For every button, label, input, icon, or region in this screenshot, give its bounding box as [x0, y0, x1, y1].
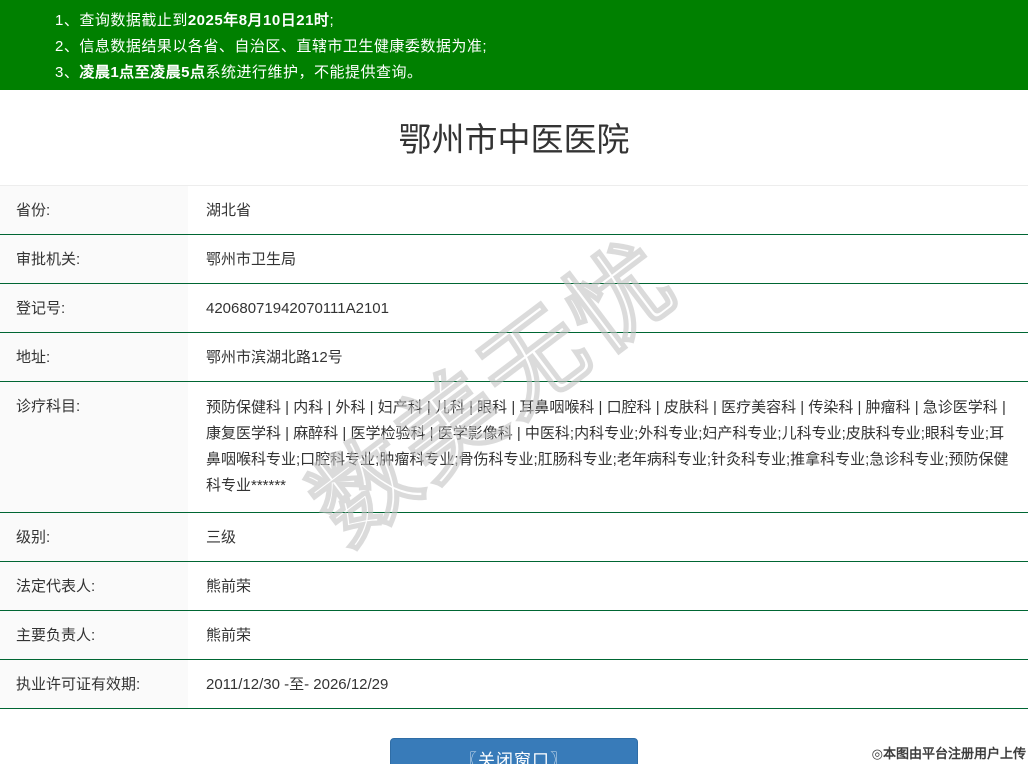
row-label: 登记号:	[0, 284, 188, 332]
notice-3-bold: 凌晨1点至凌晨5点	[79, 64, 206, 81]
notice-1-tail: ;	[329, 12, 335, 29]
table-row-legal-representative: 法定代表人: 熊前荣	[0, 562, 1028, 611]
row-label: 省份:	[0, 186, 188, 234]
notice-1-text: 1、查询数据截止到	[55, 12, 188, 29]
row-value: 2011/12/30 -至- 2026/12/29	[206, 676, 389, 693]
row-label: 执业许可证有效期:	[0, 660, 188, 708]
row-value: 熊前荣	[206, 627, 252, 644]
notice-line-3: 3、凌晨1点至凌晨5点系统进行维护，不能提供查询。	[55, 60, 1018, 86]
table-row-license-validity: 执业许可证有效期: 2011/12/30 -至- 2026/12/29	[0, 660, 1028, 709]
table-row-registration-number: 登记号: 42068071942070111A2101	[0, 284, 1028, 333]
row-value: 鄂州市滨湖北路12号	[206, 349, 343, 366]
row-value: 鄂州市卫生局	[206, 251, 297, 268]
table-row-address: 地址: 鄂州市滨湖北路12号	[0, 333, 1028, 382]
page-title: 鄂州市中医医院	[398, 121, 630, 158]
notice-3-tail: 系统进行维护，不能提供查询。	[205, 64, 423, 81]
notice-3-text: 3、	[55, 64, 80, 81]
notice-2-text: 2、信息数据结果以各省、自治区、直辖市卫生健康委数据为准;	[55, 38, 488, 55]
table-row-medical-departments: 诊疗科目: 预防保健科 | 内科 | 外科 | 妇产科 | 儿科 | 眼科 | …	[0, 382, 1028, 513]
row-label: 法定代表人:	[0, 562, 188, 610]
row-value: 42068071942070111A2101	[206, 300, 389, 317]
row-label: 地址:	[0, 333, 188, 381]
notice-1-bold: 2025年8月10日21时	[187, 12, 330, 29]
row-label: 主要负责人:	[0, 611, 188, 659]
close-window-button[interactable]: 〖关闭窗口〗	[390, 738, 638, 764]
notice-line-2: 2、信息数据结果以各省、自治区、直辖市卫生健康委数据为准;	[55, 34, 1018, 60]
hospital-info-page: 1、查询数据截止到2025年8月10日21时; 2、信息数据结果以各省、自治区、…	[0, 0, 1028, 764]
row-value: 预防保健科 | 内科 | 外科 | 妇产科 | 儿科 | 眼科 | 耳鼻咽喉科 …	[206, 399, 1009, 494]
notice-banner: 1、查询数据截止到2025年8月10日21时; 2、信息数据结果以各省、自治区、…	[0, 0, 1028, 90]
notice-line-1: 1、查询数据截止到2025年8月10日21时;	[55, 8, 1018, 34]
hospital-info-table: 省份: 湖北省 审批机关: 鄂州市卫生局 登记号: 42068071942070…	[0, 185, 1028, 709]
row-label: 级别:	[0, 513, 188, 561]
row-label: 诊疗科目:	[0, 382, 188, 512]
table-row-level: 级别: 三级	[0, 513, 1028, 562]
row-value: 三级	[206, 529, 237, 546]
table-row-province: 省份: 湖北省	[0, 186, 1028, 235]
row-label: 审批机关:	[0, 235, 188, 283]
row-value: 湖北省	[206, 202, 252, 219]
table-row-main-person-in-charge: 主要负责人: 熊前荣	[0, 611, 1028, 660]
row-value: 熊前荣	[206, 578, 252, 595]
image-attribution: ◎本图由平台注册用户上传	[871, 746, 1026, 761]
table-row-approval-authority: 审批机关: 鄂州市卫生局	[0, 235, 1028, 284]
